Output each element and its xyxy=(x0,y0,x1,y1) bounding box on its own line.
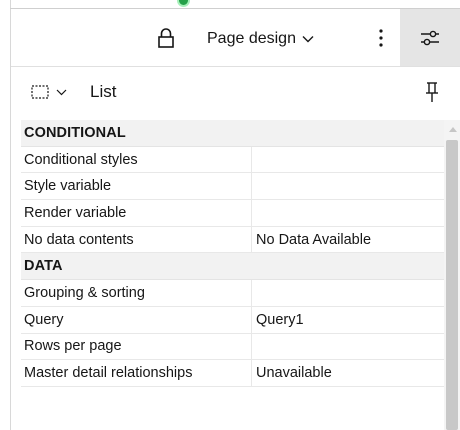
toolbar: Page design xyxy=(11,9,460,67)
kebab-icon[interactable] xyxy=(377,27,385,49)
property-value[interactable] xyxy=(252,147,444,173)
properties-table: CONDITIONAL Conditional styles Style var… xyxy=(21,120,444,430)
properties-window: Page design List CONDITIONAL Conditional… xyxy=(0,0,460,430)
property-row[interactable]: Conditional styles xyxy=(21,146,444,174)
property-value[interactable]: Query1 xyxy=(252,307,444,333)
marquee-select-icon[interactable] xyxy=(31,85,49,99)
property-label: Master detail relationships xyxy=(21,360,252,386)
view-mode-dropdown[interactable]: Page design xyxy=(207,27,314,51)
property-row[interactable]: Render variable xyxy=(21,200,444,227)
scrollbar-thumb[interactable] xyxy=(446,140,458,430)
property-value[interactable] xyxy=(252,280,444,306)
section-header-conditional[interactable]: CONDITIONAL xyxy=(21,120,444,147)
property-value[interactable] xyxy=(252,334,444,360)
panel-header: List xyxy=(11,67,460,117)
section-title: CONDITIONAL xyxy=(24,124,126,141)
property-label: Rows per page xyxy=(21,333,252,360)
chevron-down-icon[interactable] xyxy=(56,89,67,96)
property-row[interactable]: Rows per page xyxy=(21,333,444,361)
scroll-up-arrow-icon[interactable] xyxy=(449,127,457,132)
property-row[interactable]: Query Query1 xyxy=(21,306,444,334)
property-label: Query xyxy=(21,306,252,333)
property-label: Render variable xyxy=(21,200,252,226)
view-mode-label: Page design xyxy=(207,30,296,47)
pin-icon[interactable] xyxy=(425,81,439,103)
property-label: Conditional styles xyxy=(21,146,252,173)
property-row[interactable]: Grouping & sorting xyxy=(21,280,444,307)
chevron-down-icon xyxy=(302,36,314,43)
panel-title: List xyxy=(90,82,117,101)
property-label: Grouping & sorting xyxy=(21,280,252,306)
property-row[interactable]: No data contents No Data Available xyxy=(21,226,444,254)
property-value[interactable] xyxy=(252,200,444,226)
status-indicator xyxy=(177,0,190,7)
property-value[interactable]: Unavailable xyxy=(252,360,444,386)
property-label: No data contents xyxy=(21,226,252,253)
sliders-icon xyxy=(421,30,439,45)
property-value[interactable] xyxy=(252,173,444,199)
property-value[interactable]: No Data Available xyxy=(252,227,444,253)
section-header-data[interactable]: DATA xyxy=(21,253,444,281)
lock-icon[interactable] xyxy=(157,27,175,49)
property-row[interactable]: Master detail relationships Unavailable xyxy=(21,360,444,387)
properties-toggle-button[interactable] xyxy=(400,9,460,66)
property-row[interactable]: Style variable xyxy=(21,173,444,201)
section-title: DATA xyxy=(24,258,63,275)
property-label: Style variable xyxy=(21,173,252,200)
